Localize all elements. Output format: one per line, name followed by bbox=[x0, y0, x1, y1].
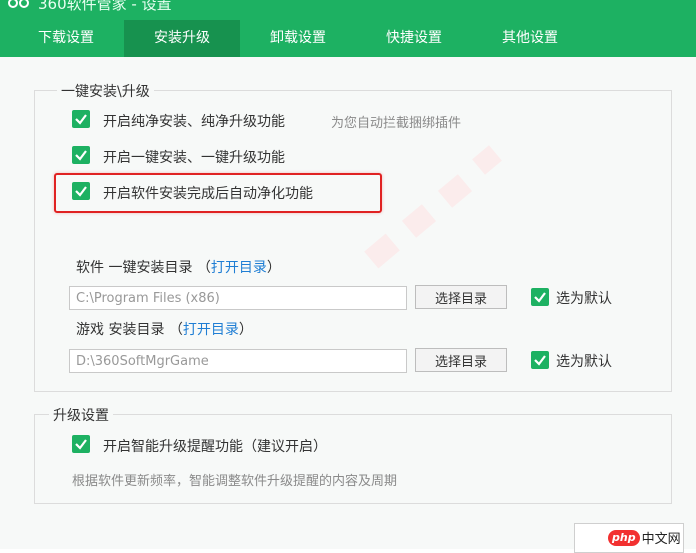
upgrade-description: 根据软件更新频率，智能调整软件升级提醒的内容及周期 bbox=[72, 474, 398, 489]
title-bar: 360软件管家 - 设置 bbox=[0, 0, 696, 20]
software-default-checkbox[interactable] bbox=[531, 288, 549, 306]
software-default-label: 选为默认 bbox=[556, 291, 612, 307]
software-open-dir-link[interactable]: 打开目录 bbox=[211, 260, 267, 276]
pure-install-hint: 为您自动拦截捆绑插件 bbox=[331, 116, 462, 131]
game-dir-label: 游戏 安装目录 （ bbox=[76, 322, 183, 338]
pure-install-checkbox[interactable] bbox=[72, 110, 90, 128]
checkmark-icon bbox=[534, 355, 546, 366]
checkmark-icon bbox=[75, 186, 87, 197]
auto-clean-checkbox[interactable] bbox=[72, 182, 90, 200]
checkmark-icon bbox=[75, 114, 87, 125]
software-dir-row: 软件 一键安装目录 （打开目录） bbox=[76, 256, 281, 280]
software-choose-dir-button[interactable]: 选择目录 bbox=[415, 285, 507, 309]
smart-upgrade-checkbox[interactable] bbox=[72, 435, 90, 453]
install-upgrade-group: 一键安装\升级 bbox=[34, 81, 672, 392]
smart-upgrade-label: 开启智能升级提醒功能（建议开启） bbox=[103, 439, 327, 455]
install-group-title: 一键安装\升级 bbox=[57, 81, 154, 101]
game-dir-close: ） bbox=[238, 322, 253, 338]
game-default-label: 选为默认 bbox=[556, 354, 612, 370]
pure-install-label: 开启纯净安装、纯净升级功能 bbox=[103, 114, 285, 130]
one-click-install-label: 开启一键安装、一键升级功能 bbox=[103, 150, 285, 166]
php-logo: php bbox=[608, 529, 640, 546]
software-dir-input[interactable] bbox=[69, 286, 407, 310]
software-dir-label: 软件 一键安装目录 （ bbox=[76, 260, 211, 276]
game-choose-dir-button[interactable]: 选择目录 bbox=[415, 348, 507, 372]
php-badge-text: 中文网 bbox=[641, 532, 681, 547]
game-dir-row: 游戏 安装目录 （打开目录） bbox=[76, 318, 253, 342]
checkmark-icon bbox=[534, 292, 546, 303]
checkmark-icon bbox=[75, 150, 87, 161]
tab-shortcut-settings[interactable]: 快捷设置 bbox=[356, 20, 472, 57]
tab-install-upgrade[interactable]: 安装升级 bbox=[124, 20, 240, 57]
app-logo-icon bbox=[8, 0, 29, 8]
upgrade-group-title: 升级设置 bbox=[49, 405, 113, 425]
auto-clean-label: 开启软件安装完成后自动净化功能 bbox=[103, 186, 313, 202]
tab-uninstall-settings[interactable]: 卸载设置 bbox=[240, 20, 356, 57]
upgrade-settings-group: 升级设置 bbox=[34, 405, 672, 504]
tab-bar: 下载设置 安装升级 卸载设置 快捷设置 其他设置 bbox=[0, 20, 696, 57]
game-default-checkbox[interactable] bbox=[531, 351, 549, 369]
site-badge: php 中文网 bbox=[608, 528, 681, 547]
game-dir-input[interactable] bbox=[69, 349, 407, 373]
tab-other-settings[interactable]: 其他设置 bbox=[472, 20, 588, 57]
game-open-dir-link[interactable]: 打开目录 bbox=[183, 322, 239, 338]
checkmark-icon bbox=[75, 439, 87, 450]
software-dir-close: ） bbox=[266, 260, 281, 276]
tab-download-settings[interactable]: 下载设置 bbox=[8, 20, 124, 57]
one-click-install-checkbox[interactable] bbox=[72, 146, 90, 164]
window-title: 360软件管家 - 设置 bbox=[38, 0, 172, 13]
